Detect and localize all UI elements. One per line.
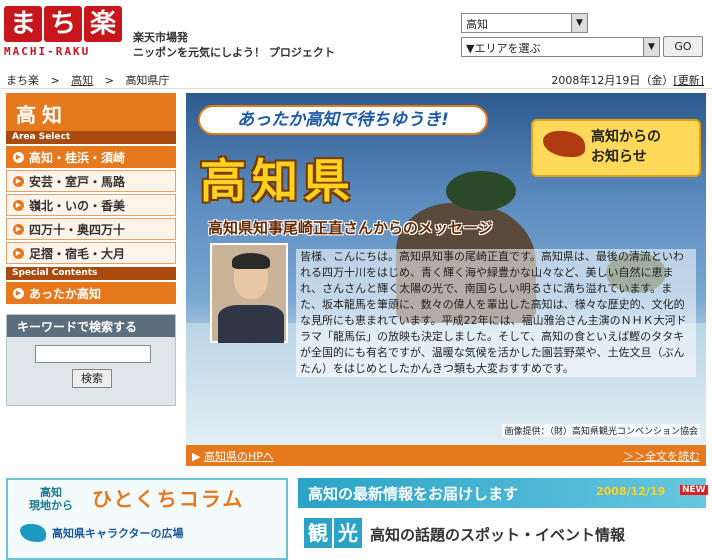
new-badge: NEW <box>680 485 708 495</box>
notice-text: 高知からの お知らせ <box>591 127 661 167</box>
kochi-map-icon <box>20 524 46 542</box>
sightseeing-badge: 観 光 <box>304 518 362 548</box>
logo-char: ち <box>44 6 82 42</box>
column-box: 高知 現地から ひとくちコラム 高知県キャラクターの広場 <box>6 478 288 560</box>
sidebar-item-ashizuri[interactable]: ▶ 足摺・宿毛・大月 <box>6 242 176 264</box>
keyword-search-box: キーワードで検索する 検索 <box>6 314 176 406</box>
column-title: ひとくちコラム <box>92 487 245 511</box>
column-tag: 高知 現地から <box>16 486 86 512</box>
notice-line2: お知らせ <box>591 149 647 165</box>
special-contents-label: Special Contents <box>6 267 176 280</box>
chevron-down-icon: ▼ <box>571 14 587 32</box>
notice-line1: 高知からの <box>591 129 661 145</box>
search-title: キーワードで検索する <box>7 315 175 337</box>
sightseeing-char: 光 <box>334 518 362 548</box>
arrow-right-icon: ▶ <box>13 175 24 187</box>
sidebar-item-label: 足摺・宿毛・大月 <box>29 246 126 261</box>
spot-title: 高知の話題のスポット・イベント情報 <box>370 526 626 544</box>
sidebar-item-kochi[interactable]: ▶ 高知・桂浜・須崎 <box>6 146 176 168</box>
column-item[interactable]: 高知県キャラクターの広場 <box>20 524 184 542</box>
sidebar-item-shimanto[interactable]: ▶ 四万十・奥四万十 <box>6 218 176 240</box>
breadcrumb-separator: > <box>50 74 60 87</box>
logo-romaji: MACHI-RAKU <box>4 45 91 58</box>
prefecture-select-value: 高知 <box>466 18 488 31</box>
go-button[interactable]: GO <box>663 36 703 57</box>
arrow-right-icon: ▶ <box>13 151 24 163</box>
tagline-line1: 楽天市場発 <box>133 31 188 44</box>
logo-char: ま <box>4 6 42 42</box>
update-link[interactable]: [更新] <box>673 74 704 87</box>
governor-message: 皆様、こんにちは。高知県知事の尾崎正直です。高知県は、最後の清流といわれる四万十… <box>296 249 696 377</box>
sidebar-item-reihoku[interactable]: ▶ 嶺北・いの・香美 <box>6 194 176 216</box>
spot-row[interactable]: 観 光 高知の話題のスポット・イベント情報 <box>298 514 706 560</box>
sidebar-item-attaka-kochi[interactable]: ▶ あったか高知 <box>6 282 176 304</box>
column-item-label: 高知県キャラクターの広場 <box>52 527 184 540</box>
arrow-right-icon: ▶ <box>13 199 24 211</box>
sidebar: 高知 Area Select ▶ 高知・桂浜・須崎 ▶ 安芸・室戸・馬路 ▶ 嶺… <box>6 93 176 304</box>
column-tag-line1: 高知 <box>40 486 62 499</box>
tagline-line2: ニッポンを元気にしよう！ プロジェクト <box>133 46 335 59</box>
prefecture-select[interactable]: 高知 ▼ <box>461 13 588 33</box>
hero-link-bar: ▶ 高知県のHPへ ＞＞全文を読む <box>186 445 706 466</box>
arrow-right-icon: ▶ <box>13 287 24 299</box>
sidebar-item-label: あったか高知 <box>29 286 102 301</box>
sightseeing-char: 観 <box>304 518 332 548</box>
hero-link-left: ▶ 高知県のHPへ <box>192 448 274 464</box>
sidebar-item-label: 安芸・室戸・馬路 <box>29 174 126 189</box>
news-date: 2008/12/19 <box>596 485 666 498</box>
area-select-value: ▼エリアを選ぶ <box>466 42 541 55</box>
area-select-label: Area Select <box>6 131 176 144</box>
area-select[interactable]: ▼エリアを選ぶ ▼ <box>461 37 660 57</box>
tagline: 楽天市場発 ニッポンを元気にしよう！ プロジェクト <box>133 30 335 60</box>
kochi-notice-badge[interactable]: 高知からの お知らせ <box>531 119 701 177</box>
hero-title: 高知県 <box>200 154 356 208</box>
breadcrumb-pref-link[interactable]: 高知 <box>71 74 93 87</box>
governor-portrait <box>210 243 288 343</box>
hero-catchphrase: あったか高知で待ちゆうき! <box>198 105 488 135</box>
governor-message-title: 高知県知事尾崎正直さんからのメッセージ <box>208 219 493 237</box>
arrow-right-icon: ▶ <box>13 247 24 259</box>
kochi-hp-link[interactable]: 高知県のHPへ <box>204 450 274 463</box>
kochi-map-icon <box>543 131 585 157</box>
image-credit: 画像提供：（財）高知県観光コンベンション協会 <box>502 424 700 437</box>
sidebar-item-aki[interactable]: ▶ 安芸・室戸・馬路 <box>6 170 176 192</box>
arrow-right-icon: ▶ <box>13 223 24 235</box>
column-tag-line2: 現地から <box>29 499 73 512</box>
hero-banner: あったか高知で待ちゆうき! 高知県 高知県知事尾崎正直さんからのメッセージ 高知… <box>186 93 706 465</box>
sidebar-title: 高知 <box>6 93 176 131</box>
read-full-link[interactable]: ＞＞全文を読む <box>623 448 700 464</box>
current-date: 2008年12月19日（金） <box>551 74 674 87</box>
sidebar-item-label: 四万十・奥四万十 <box>29 222 126 237</box>
search-input[interactable] <box>35 345 151 363</box>
divider <box>0 88 712 89</box>
breadcrumb: まち楽 > 高知 > 高知県庁 <box>6 72 169 88</box>
logo-char: 楽 <box>84 6 122 42</box>
sidebar-item-label: 嶺北・いの・香美 <box>29 198 126 213</box>
breadcrumb-separator: > <box>104 74 114 87</box>
pine-tree-image <box>446 171 516 211</box>
breadcrumb-home: まち楽 <box>6 74 39 87</box>
sidebar-item-label: 高知・桂浜・須崎 <box>29 150 126 165</box>
breadcrumb-current: 高知県庁 <box>125 74 170 87</box>
arrow-right-icon: ▶ <box>192 450 201 463</box>
site-logo[interactable]: ま ち 楽 MACHI-RAKU <box>4 6 126 64</box>
chevron-down-icon: ▼ <box>643 38 659 56</box>
search-button[interactable]: 検索 <box>72 369 112 388</box>
date-line: 2008年12月19日（金）[更新] <box>551 72 704 88</box>
